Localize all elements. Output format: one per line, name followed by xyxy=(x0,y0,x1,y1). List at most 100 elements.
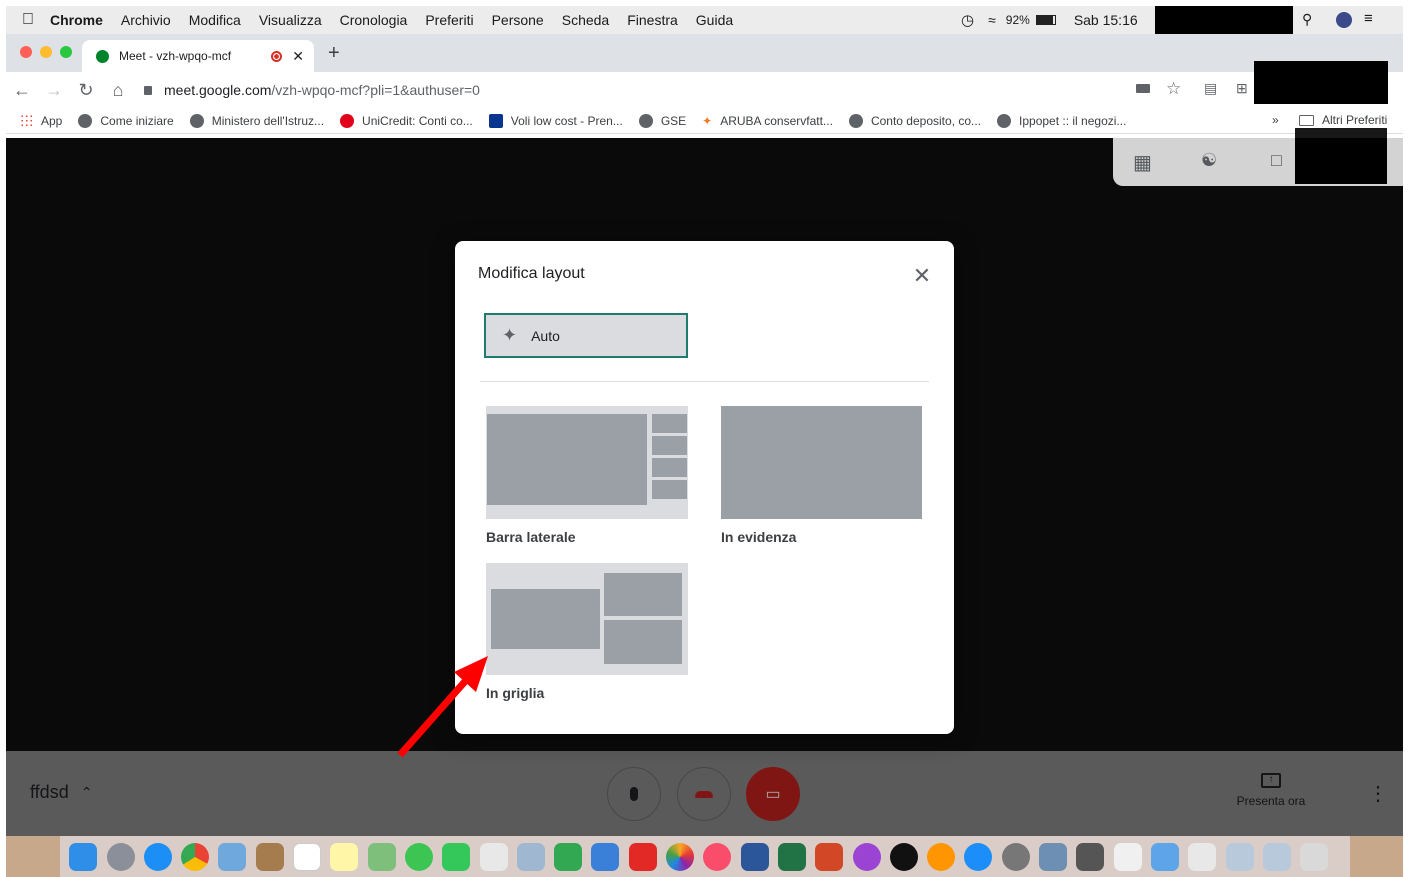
trash-icon[interactable] xyxy=(1300,842,1329,871)
file-icon[interactable] xyxy=(1188,842,1217,871)
new-tab-button[interactable]: + xyxy=(328,42,340,65)
script-icon[interactable] xyxy=(516,842,545,871)
menu-finestra[interactable]: Finestra xyxy=(627,12,678,28)
menu-visualizza[interactable]: Visualizza xyxy=(259,12,322,28)
bookmark-label: Come iniziare xyxy=(100,113,174,128)
bookmark-item[interactable]: Come iniziare xyxy=(78,113,174,128)
wifi-icon[interactable]: ≈ xyxy=(988,12,996,28)
bookmark-label: Ippopet :: il negozi... xyxy=(1019,113,1127,128)
redacted-block xyxy=(1295,128,1387,184)
address-bar[interactable]: meet.google.com /vzh-wpqo-mcf?pli=1&auth… xyxy=(144,82,480,98)
bookmark-label: Voli low cost - Pren... xyxy=(510,113,623,128)
notes-brown-icon[interactable] xyxy=(255,842,284,871)
bookmark-label: App xyxy=(41,113,63,128)
forward-arrow-icon[interactable]: → xyxy=(38,80,70,101)
globe-icon xyxy=(997,113,1012,128)
menu-archivio[interactable]: Archivio xyxy=(121,12,171,28)
podcasts-icon[interactable] xyxy=(852,842,881,871)
bookmark-item[interactable]: ✦ ARUBA conservfatt... xyxy=(702,114,833,128)
launchpad-icon[interactable] xyxy=(106,842,135,871)
battery-icon[interactable] xyxy=(1035,15,1056,25)
close-window-icon[interactable] xyxy=(20,46,32,58)
divider xyxy=(480,381,929,382)
menu-app-name[interactable]: Chrome xyxy=(50,12,103,28)
photos-icon[interactable] xyxy=(666,842,695,871)
layout-option-tiled[interactable] xyxy=(486,563,688,675)
tab-meet[interactable]: Meet - vzh-wpqo-mcf ✕ xyxy=(82,40,314,72)
menu-cronologia[interactable]: Cronologia xyxy=(340,12,408,28)
apple-menu-icon[interactable]:  xyxy=(6,11,50,29)
music-icon[interactable] xyxy=(703,842,732,871)
spotlight-search-icon[interactable]: ⚲ xyxy=(1302,11,1312,28)
finder-icon[interactable] xyxy=(69,842,98,871)
bookmarks-overflow-button[interactable]: » xyxy=(1272,113,1279,127)
messages-icon[interactable] xyxy=(404,842,433,871)
bookmark-item[interactable]: UniCredit: Conti co... xyxy=(340,113,473,128)
downloads-folder-icon[interactable] xyxy=(1150,842,1179,871)
tab-strip: Meet - vzh-wpqo-mcf ✕ + xyxy=(6,34,1403,72)
meet-favicon-icon xyxy=(96,49,109,63)
reload-icon[interactable]: ↻ xyxy=(70,80,102,101)
screenshot-icon[interactable] xyxy=(1262,842,1291,871)
unicredit-icon xyxy=(340,113,355,128)
siri-icon[interactable] xyxy=(1336,12,1352,28)
minimize-window-icon[interactable] xyxy=(40,46,52,58)
excel-icon[interactable] xyxy=(777,842,806,871)
maps-icon[interactable] xyxy=(367,842,396,871)
close-icon[interactable]: ✕ xyxy=(911,265,933,287)
layout-option-spotlight[interactable] xyxy=(721,406,922,519)
safari-icon[interactable] xyxy=(143,842,172,871)
time-machine-icon[interactable]: ◷ xyxy=(961,11,974,29)
layout-option-auto[interactable]: ✦ Auto xyxy=(484,313,688,358)
notes-icon[interactable] xyxy=(330,842,359,871)
zoom-window-icon[interactable] xyxy=(60,46,72,58)
apple-tv-icon[interactable] xyxy=(889,842,918,871)
camera-in-use-icon[interactable] xyxy=(1136,84,1150,93)
bookmark-label: UniCredit: Conti co... xyxy=(362,113,473,128)
extension-icon[interactable]: ▤ xyxy=(1204,80,1217,97)
home-icon[interactable]: ⌂ xyxy=(102,80,134,101)
bookmark-star-icon[interactable]: ☆ xyxy=(1166,79,1181,99)
word-icon[interactable] xyxy=(740,842,769,871)
books-icon[interactable] xyxy=(927,842,956,871)
other-bookmarks-folder[interactable]: Altri Preferiti xyxy=(1299,113,1387,127)
preview-icon[interactable] xyxy=(218,842,247,871)
lock-icon xyxy=(144,85,152,95)
layout-grid-icon[interactable]: ▦ xyxy=(1133,150,1152,175)
bookmark-item[interactable]: Ippopet :: il negozi... xyxy=(997,113,1127,128)
powerpoint-icon[interactable] xyxy=(815,842,844,871)
menu-modifica[interactable]: Modifica xyxy=(189,12,241,28)
layout-option-sidebar[interactable] xyxy=(486,406,688,519)
grid-extension-icon[interactable]: ⊞ xyxy=(1236,80,1248,97)
menubar-clock[interactable]: Sab 15:16 xyxy=(1074,12,1138,28)
textedit-icon[interactable] xyxy=(479,842,508,871)
bookmark-item[interactable]: Conto deposito, co... xyxy=(848,113,981,128)
calendar-icon[interactable] xyxy=(293,842,322,871)
bookmark-item[interactable]: Voli low cost - Pren... xyxy=(488,113,623,128)
image-capture-icon[interactable] xyxy=(1039,842,1068,871)
menu-scheda[interactable]: Scheda xyxy=(562,12,609,28)
calculator-icon[interactable] xyxy=(1076,842,1105,871)
document-icon[interactable] xyxy=(1113,842,1142,871)
notification-center-icon[interactable]: ≡ xyxy=(1364,10,1373,27)
system-preferences-icon[interactable] xyxy=(1001,842,1030,871)
menu-preferiti[interactable]: Preferiti xyxy=(425,12,473,28)
screenshot-icon[interactable] xyxy=(1225,842,1254,871)
chrome-icon[interactable] xyxy=(181,842,210,871)
chat-icon[interactable]: □ xyxy=(1271,150,1282,171)
facetime-icon[interactable] xyxy=(442,842,471,871)
app-store-icon[interactable] xyxy=(964,842,993,871)
back-arrow-icon[interactable]: ← xyxy=(6,80,38,101)
apps-grid-icon xyxy=(20,114,33,127)
participants-icon[interactable]: ☯ xyxy=(1201,150,1217,171)
keynote-icon[interactable] xyxy=(591,842,620,871)
acrobat-icon[interactable] xyxy=(628,842,657,871)
bookmark-item[interactable]: Ministero dell'Istruz... xyxy=(189,113,324,128)
bookmark-item[interactable]: GSE xyxy=(638,113,686,128)
close-tab-icon[interactable]: ✕ xyxy=(292,48,304,65)
menu-guida[interactable]: Guida xyxy=(696,12,733,28)
menu-persone[interactable]: Persone xyxy=(492,12,544,28)
numbers-icon[interactable] xyxy=(554,842,583,871)
globe-icon xyxy=(638,113,653,128)
bookmark-apps[interactable]: App xyxy=(20,114,62,128)
